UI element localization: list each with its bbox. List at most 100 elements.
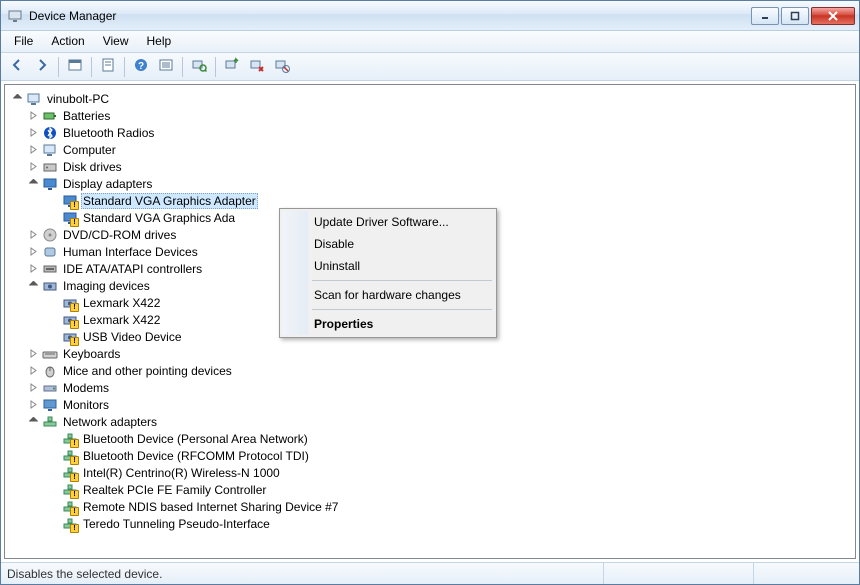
warning-badge: ! bbox=[70, 337, 79, 346]
tree-category[interactable]: Modems bbox=[7, 379, 855, 396]
imaging-icon: ! bbox=[62, 312, 78, 328]
network-icon: ! bbox=[62, 465, 78, 481]
menu-file[interactable]: File bbox=[5, 31, 42, 52]
toolbar-properties-button[interactable] bbox=[96, 55, 120, 79]
expand-icon[interactable] bbox=[27, 126, 40, 139]
tree-category[interactable]: Keyboards bbox=[7, 345, 855, 362]
disable-icon bbox=[274, 57, 290, 76]
tree-item-label: Mice and other pointing devices bbox=[61, 364, 234, 378]
warning-badge: ! bbox=[70, 507, 79, 516]
tree-device[interactable]: !Bluetooth Device (Personal Area Network… bbox=[7, 430, 855, 447]
tree-item-label: IDE ATA/ATAPI controllers bbox=[61, 262, 204, 276]
keyboard-icon bbox=[42, 346, 58, 362]
tree-item-label: Bluetooth Device (RFCOMM Protocol TDI) bbox=[81, 449, 311, 463]
warning-badge: ! bbox=[70, 524, 79, 533]
toolbar-uninstall-button[interactable] bbox=[245, 55, 269, 79]
toolbar-update-driver-button[interactable] bbox=[220, 55, 244, 79]
tree-item-label: Keyboards bbox=[61, 347, 122, 361]
tree-item-label: Bluetooth Radios bbox=[61, 126, 156, 140]
tree-category[interactable]: Mice and other pointing devices bbox=[7, 362, 855, 379]
menubar: FileActionViewHelp bbox=[1, 31, 859, 53]
tree-item-label: Modems bbox=[61, 381, 111, 395]
tree-device[interactable]: !Teredo Tunneling Pseudo-Interface bbox=[7, 515, 855, 532]
warning-badge: ! bbox=[70, 490, 79, 499]
collapse-icon[interactable] bbox=[27, 177, 40, 190]
expand-icon[interactable] bbox=[27, 245, 40, 258]
minimize-button[interactable] bbox=[751, 7, 779, 25]
network-icon: ! bbox=[62, 448, 78, 464]
context-menu-update-driver[interactable]: Update Driver Software... bbox=[282, 211, 494, 233]
tree-device[interactable]: !Intel(R) Centrino(R) Wireless-N 1000 bbox=[7, 464, 855, 481]
collapse-icon[interactable] bbox=[27, 279, 40, 292]
context-menu[interactable]: Update Driver Software...DisableUninstal… bbox=[279, 208, 497, 338]
scan-hardware-icon bbox=[191, 57, 207, 76]
action-list-icon bbox=[158, 57, 174, 76]
context-menu-uninstall[interactable]: Uninstall bbox=[282, 255, 494, 277]
imaging-icon bbox=[42, 278, 58, 294]
collapse-icon[interactable] bbox=[27, 415, 40, 428]
tree-category[interactable]: Network adapters bbox=[7, 413, 855, 430]
toolbar-help-button[interactable]: ? bbox=[129, 55, 153, 79]
tree-item-label: Monitors bbox=[61, 398, 111, 412]
context-menu-separator bbox=[312, 309, 492, 310]
tree-device[interactable]: !Bluetooth Device (RFCOMM Protocol TDI) bbox=[7, 447, 855, 464]
display-icon: ! bbox=[62, 210, 78, 226]
context-menu-properties[interactable]: Properties bbox=[282, 313, 494, 335]
warning-badge: ! bbox=[70, 201, 79, 210]
network-icon: ! bbox=[62, 431, 78, 447]
tree-category[interactable]: Bluetooth Radios bbox=[7, 124, 855, 141]
menu-view[interactable]: View bbox=[94, 31, 138, 52]
computer-icon bbox=[42, 142, 58, 158]
expand-icon[interactable] bbox=[27, 143, 40, 156]
tree-category[interactable]: Display adapters bbox=[7, 175, 855, 192]
warning-badge: ! bbox=[70, 473, 79, 482]
context-menu-disable[interactable]: Disable bbox=[282, 233, 494, 255]
tree-item-label: Realtek PCIe FE Family Controller bbox=[81, 483, 268, 497]
bluetooth-icon bbox=[42, 125, 58, 141]
tree-category[interactable]: Monitors bbox=[7, 396, 855, 413]
tree-category[interactable]: Disk drives bbox=[7, 158, 855, 175]
toolbar: ? bbox=[1, 53, 859, 81]
tree-device[interactable]: !Standard VGA Graphics Adapter bbox=[7, 192, 855, 209]
uninstall-icon bbox=[249, 57, 265, 76]
expand-icon[interactable] bbox=[27, 381, 40, 394]
tree-root[interactable]: vinubolt-PC bbox=[7, 90, 855, 107]
expand-icon[interactable] bbox=[27, 347, 40, 360]
maximize-button[interactable] bbox=[781, 7, 809, 25]
toolbar-show-hide-console-button[interactable] bbox=[63, 55, 87, 79]
context-menu-scan-hardware[interactable]: Scan for hardware changes bbox=[282, 284, 494, 306]
expand-icon[interactable] bbox=[27, 109, 40, 122]
menu-help[interactable]: Help bbox=[138, 31, 181, 52]
computer-root-icon bbox=[26, 91, 42, 107]
toolbar-scan-hardware-button[interactable] bbox=[187, 55, 211, 79]
status-pane-1 bbox=[603, 563, 753, 584]
menu-action[interactable]: Action bbox=[42, 31, 93, 52]
toolbar-action-list-button[interactable] bbox=[154, 55, 178, 79]
expand-icon[interactable] bbox=[27, 398, 40, 411]
battery-icon bbox=[42, 108, 58, 124]
tree-item-label: Lexmark X422 bbox=[81, 313, 162, 327]
expand-icon[interactable] bbox=[27, 160, 40, 173]
tree-category[interactable]: Computer bbox=[7, 141, 855, 158]
expand-icon[interactable] bbox=[27, 228, 40, 241]
svg-text:?: ? bbox=[138, 61, 144, 72]
tree-item-label: USB Video Device bbox=[81, 330, 184, 344]
toolbar-disable-button[interactable] bbox=[270, 55, 294, 79]
tree-category[interactable]: Batteries bbox=[7, 107, 855, 124]
tree-device[interactable]: !Realtek PCIe FE Family Controller bbox=[7, 481, 855, 498]
window-title: Device Manager bbox=[29, 9, 751, 23]
toolbar-forward-button[interactable] bbox=[30, 55, 54, 79]
tree-device[interactable]: !Remote NDIS based Internet Sharing Devi… bbox=[7, 498, 855, 515]
close-button[interactable] bbox=[811, 7, 855, 25]
expand-icon[interactable] bbox=[27, 364, 40, 377]
collapse-icon[interactable] bbox=[11, 92, 24, 105]
display-icon bbox=[42, 176, 58, 192]
tree-item-label: Remote NDIS based Internet Sharing Devic… bbox=[81, 500, 340, 514]
toolbar-back-button[interactable] bbox=[5, 55, 29, 79]
titlebar[interactable]: Device Manager bbox=[1, 1, 859, 31]
expand-icon[interactable] bbox=[27, 262, 40, 275]
tree-item-label: Teredo Tunneling Pseudo-Interface bbox=[81, 517, 272, 531]
dvd-icon bbox=[42, 227, 58, 243]
help-icon: ? bbox=[133, 57, 149, 76]
status-pane-2 bbox=[753, 563, 853, 584]
